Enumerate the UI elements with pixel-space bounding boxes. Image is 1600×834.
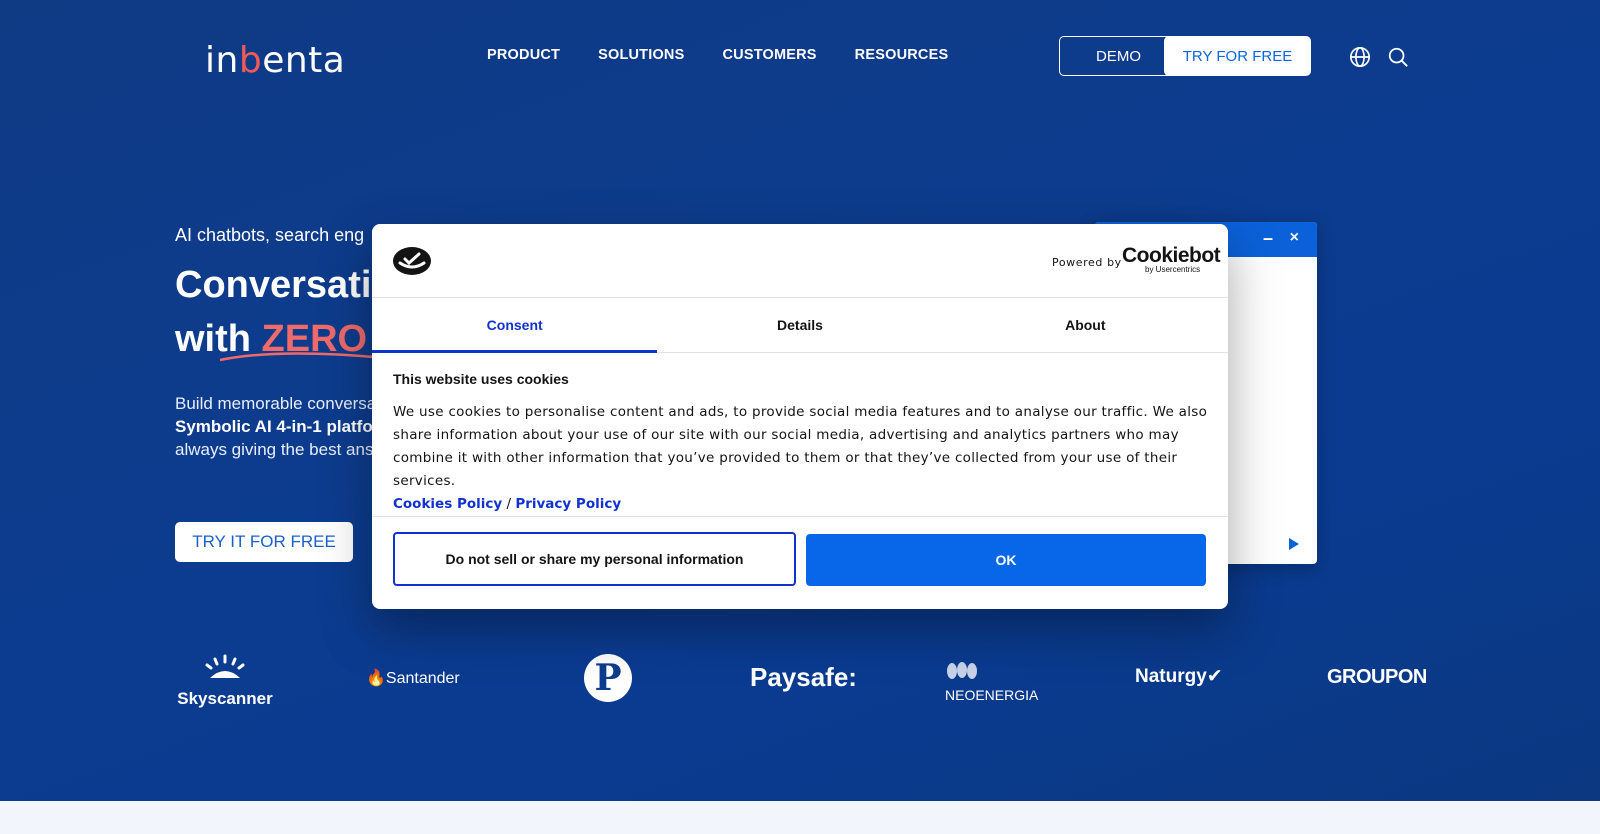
cookie-dialog-divider xyxy=(372,516,1228,517)
paysafe-logo: Paysafe: xyxy=(750,662,857,692)
logo-text-pre: in xyxy=(205,40,239,81)
naturgy-logo: Naturgy✔ xyxy=(1135,666,1223,687)
hero-description: Build memorable conversa Symbolic AI 4-i… xyxy=(175,392,385,461)
santander-logo: 🔥Santander xyxy=(366,670,460,687)
tab-consent[interactable]: Consent xyxy=(372,298,658,353)
nav-solutions[interactable]: SOLUTIONS xyxy=(598,47,684,63)
naturgy-text: Naturgy xyxy=(1135,666,1207,687)
demo-button[interactable]: DEMO xyxy=(1059,36,1178,76)
cookie-dialog-title: This website uses cookies xyxy=(393,371,569,387)
main-nav: PRODUCT SOLUTIONS CUSTOMERS RESOURCES xyxy=(487,47,948,63)
search-icon[interactable] xyxy=(1387,46,1409,68)
globe-icon[interactable] xyxy=(1349,46,1371,68)
neoenergia-text: NEOENERGIA xyxy=(945,687,1039,703)
cookie-dialog-tabs: Consent Details About xyxy=(372,298,1228,353)
desc-line-2: Symbolic AI 4-in-1 platfor xyxy=(175,417,380,436)
cookie-dialog-header: Powered by Cookiebot by Usercentrics xyxy=(372,224,1228,298)
cookie-consent-dialog: Powered by Cookiebot by Usercentrics Con… xyxy=(372,224,1228,609)
chat-send-icon[interactable] xyxy=(1289,538,1299,550)
skyscanner-sun-icon xyxy=(205,654,245,678)
powered-by-text: Powered by xyxy=(1052,256,1122,269)
pinterest-logo: P xyxy=(584,654,632,702)
groupon-logo: GROUPON xyxy=(1327,666,1427,688)
nav-product[interactable]: PRODUCT xyxy=(487,47,560,63)
skyscanner-logo: Skyscanner xyxy=(175,654,275,709)
next-section-strip xyxy=(0,801,1600,834)
cookie-dialog-body: This website uses cookies We use cookies… xyxy=(393,371,1213,516)
nav-customers[interactable]: CUSTOMERS xyxy=(722,47,816,63)
neoenergia-drops-icon xyxy=(947,662,977,679)
headline-underline-decoration xyxy=(219,352,387,362)
cookiebot-mark-icon xyxy=(393,247,431,275)
hero-eyebrow: AI chatbots, search eng xyxy=(175,225,365,245)
cookie-dialog-links: Cookies Policy / Privacy Policy xyxy=(393,493,1213,516)
desc-line-3: always giving the best ans xyxy=(175,440,374,459)
desc-line-1: Build memorable conversa xyxy=(175,394,377,413)
try-it-for-free-button[interactable]: TRY IT FOR FREE xyxy=(175,522,353,562)
chat-close-icon[interactable]: × xyxy=(1290,230,1299,246)
privacy-policy-link[interactable]: Privacy Policy xyxy=(515,496,621,512)
headline-line-1: Conversatio xyxy=(175,264,395,306)
tab-details[interactable]: Details xyxy=(657,298,942,352)
try-for-free-button[interactable]: TRY FOR FREE xyxy=(1164,36,1311,76)
tab-about[interactable]: About xyxy=(943,298,1228,352)
cookies-policy-link[interactable]: Cookies Policy xyxy=(393,496,502,512)
nav-resources[interactable]: RESOURCES xyxy=(855,47,949,63)
chat-minimize-icon[interactable]: – xyxy=(1263,229,1273,247)
usercentrics-text: by Usercentrics xyxy=(1145,265,1201,274)
do-not-sell-button[interactable]: Do not sell or share my personal informa… xyxy=(393,532,796,586)
neoenergia-logo: NEOENERGIA xyxy=(945,660,1045,703)
logo-text-accent: b xyxy=(238,40,263,81)
cookie-dialog-text: We use cookies to personalise content an… xyxy=(393,404,1208,489)
link-separator: / xyxy=(502,496,516,512)
santander-text: Santander xyxy=(385,670,460,687)
ok-button[interactable]: OK xyxy=(806,534,1206,586)
inbenta-logo[interactable]: inbenta xyxy=(205,40,345,81)
customer-logos: Skyscanner 🔥Santander P Paysafe: NEOENER… xyxy=(0,650,1600,710)
logo-text-post: enta xyxy=(262,40,346,81)
skyscanner-text: Skyscanner xyxy=(177,689,273,708)
